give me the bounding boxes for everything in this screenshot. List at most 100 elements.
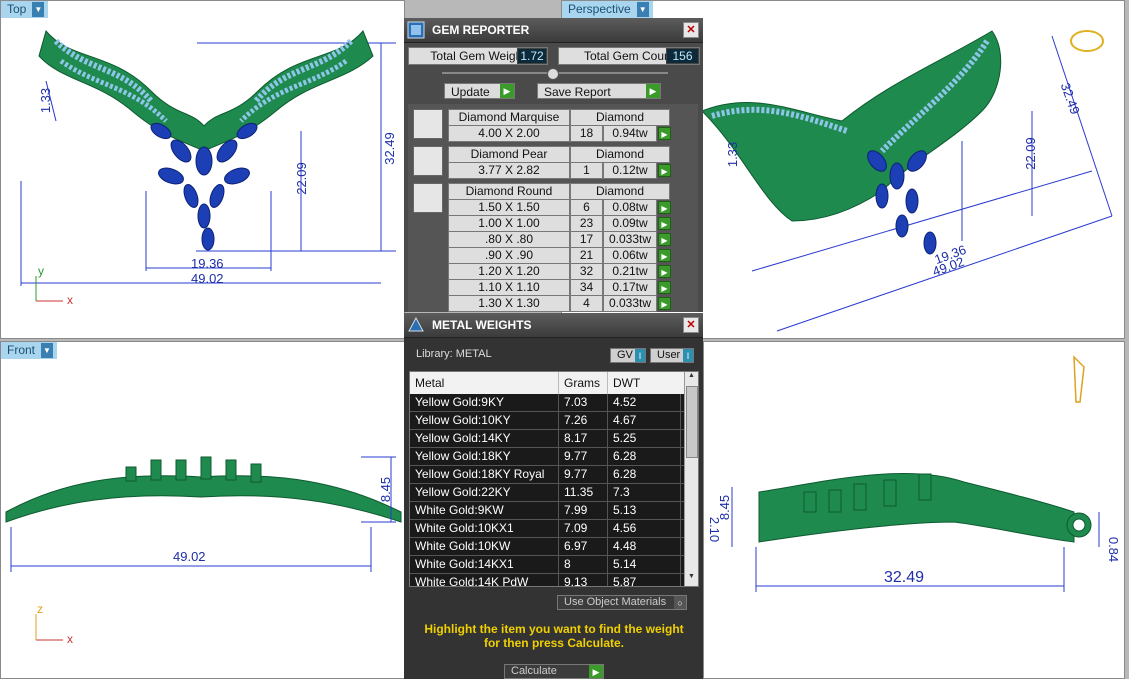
metal-grams: 7.03: [559, 394, 608, 411]
gem-count: 4: [570, 295, 603, 312]
scroll-down-icon[interactable]: ▼: [685, 573, 698, 586]
dim-label: 8.45: [378, 476, 394, 503]
select-gem-button[interactable]: ▶: [658, 281, 671, 294]
scroll-thumb[interactable]: [686, 386, 698, 458]
toggle-icon: I: [635, 349, 645, 362]
table-row[interactable]: Yellow Gold:14KY 8.17 5.25: [410, 430, 698, 448]
metal-table-header: Metal Grams DWT: [410, 372, 698, 394]
splitter-knob[interactable]: [547, 68, 559, 80]
dim-label: 0.84: [1106, 536, 1122, 563]
dim-label: 1.33: [38, 87, 54, 114]
metal-weights-titlebar: METAL WEIGHTS ✕: [404, 313, 703, 338]
dim-label: 22.09: [1022, 137, 1038, 170]
metal-name: White Gold:10KW: [410, 538, 559, 555]
select-gem-button[interactable]: ▶: [658, 201, 671, 214]
table-row[interactable]: Yellow Gold:18KY Royal 9.77 6.28: [410, 466, 698, 484]
metal-name: Yellow Gold:18KY: [410, 448, 559, 465]
save-report-label: Save Report: [544, 85, 611, 99]
scrollbar[interactable]: ▲ ▼: [684, 372, 698, 586]
table-row[interactable]: Yellow Gold:9KY 7.03 4.52: [410, 394, 698, 412]
gem-material: Diamond: [570, 146, 670, 163]
axis-x-label: x: [67, 632, 73, 646]
pear-gem-icon[interactable]: [413, 146, 443, 176]
metal-dwt: 5.14: [608, 556, 681, 573]
table-row[interactable]: White Gold:9KW 7.99 5.13: [410, 502, 698, 520]
play-icon: ▶: [589, 665, 603, 678]
panel-title: METAL WEIGHTS: [432, 318, 532, 332]
gem-size: 1.50 X 1.50: [448, 199, 570, 216]
gv-label: GV: [617, 349, 633, 361]
metal-grams: 9.13: [559, 574, 608, 586]
gem-list: Diamond Marquise Diamond 4.00 X 2.00 18 …: [408, 104, 698, 312]
viewport-front[interactable]: Front ▼ 8.45 49.02 z x: [0, 341, 405, 679]
user-toggle[interactable]: User I: [650, 348, 694, 363]
metal-grams: 11.35: [559, 484, 608, 501]
gem-reporter-titlebar: GEM REPORTER ✕: [404, 18, 703, 43]
scale-icon: [406, 315, 426, 335]
viewport-top[interactable]: Top ▼ 1.33 32.49 22.09 19.36 49.02 y x: [0, 0, 405, 339]
metal-dwt: 4.48: [608, 538, 681, 555]
gem-weight: 0.033tw: [603, 231, 657, 248]
metal-grams: 7.99: [559, 502, 608, 519]
scroll-up-icon[interactable]: ▲: [685, 372, 698, 385]
gv-toggle[interactable]: GV I: [610, 348, 646, 363]
axis-z-label: z: [37, 602, 43, 616]
metal-grams: 9.77: [559, 466, 608, 483]
report-icon: [406, 20, 426, 40]
instruction-text: Highlight the item you want to find the …: [424, 622, 684, 650]
gem-weight: 0.06tw: [603, 247, 657, 264]
play-icon: ▶: [646, 84, 660, 98]
gem-count: 6: [570, 199, 603, 216]
round-gem-icon[interactable]: [413, 183, 443, 213]
table-row[interactable]: White Gold:10KW 6.97 4.48: [410, 538, 698, 556]
table-row[interactable]: Yellow Gold:18KY 9.77 6.28: [410, 448, 698, 466]
marquise-gem-icon[interactable]: [413, 109, 443, 139]
gem-count: 34: [570, 279, 603, 296]
gem-size: 4.00 X 2.00: [448, 125, 570, 142]
metal-name: White Gold:14K PdW: [410, 574, 559, 586]
metal-grams: 8.17: [559, 430, 608, 447]
metal-grams: 7.09: [559, 520, 608, 537]
table-row[interactable]: White Gold:14KX1 8 5.14: [410, 556, 698, 574]
calculate-button[interactable]: Calculate ▶: [504, 664, 604, 679]
header-dwt[interactable]: DWT: [608, 372, 681, 394]
gem-name: Diamond Pear: [448, 146, 570, 163]
gem-material: Diamond: [570, 109, 670, 126]
table-row[interactable]: Yellow Gold:10KY 7.26 4.67: [410, 412, 698, 430]
select-gem-button[interactable]: ▶: [658, 265, 671, 278]
gem-reporter-panel: GEM REPORTER ✕ Total Gem Weight 1.72 Tot…: [404, 18, 703, 312]
metal-name: White Gold:9KW: [410, 502, 559, 519]
gem-weight: 0.21tw: [603, 263, 657, 280]
dim-label: 22.09: [293, 162, 309, 195]
metal-name: Yellow Gold:18KY Royal: [410, 466, 559, 483]
select-gem-button[interactable]: ▶: [658, 164, 671, 177]
close-icon[interactable]: ✕: [683, 317, 699, 333]
metal-grams: 9.77: [559, 448, 608, 465]
close-icon[interactable]: ✕: [683, 22, 699, 38]
header-grams[interactable]: Grams: [559, 372, 608, 394]
table-row[interactable]: White Gold:10KX1 7.09 4.56: [410, 520, 698, 538]
use-object-materials-toggle[interactable]: Use Object Materials ○: [557, 595, 687, 610]
select-gem-button[interactable]: ▶: [658, 217, 671, 230]
gem-weight: 0.94tw: [603, 125, 657, 142]
header-metal[interactable]: Metal: [410, 372, 559, 394]
select-gem-button[interactable]: ▶: [658, 233, 671, 246]
gem-size: 1.00 X 1.00: [448, 215, 570, 232]
save-report-button[interactable]: Save Report ▶: [537, 83, 661, 99]
table-row[interactable]: White Gold:14K PdW 9.13 5.87: [410, 574, 698, 586]
viewport-right[interactable]: 8.45 2.10 0.84 32.49: [703, 341, 1125, 679]
update-button[interactable]: Update ▶: [444, 83, 515, 99]
user-label: User: [657, 349, 681, 361]
panel-title: GEM REPORTER: [432, 23, 530, 37]
metal-dwt: 4.67: [608, 412, 681, 429]
toggle-icon: I: [683, 349, 693, 362]
gem-weight: 0.08tw: [603, 199, 657, 216]
gem-size: 3.77 X 2.82: [448, 162, 570, 179]
select-gem-button[interactable]: ▶: [658, 297, 671, 310]
select-gem-button[interactable]: ▶: [658, 249, 671, 262]
metal-grams: 6.97: [559, 538, 608, 555]
gem-size: 1.10 X 1.10: [448, 279, 570, 296]
metal-name: Yellow Gold:10KY: [410, 412, 559, 429]
select-gem-button[interactable]: ▶: [658, 127, 671, 140]
table-row[interactable]: Yellow Gold:22KY 11.35 7.3: [410, 484, 698, 502]
